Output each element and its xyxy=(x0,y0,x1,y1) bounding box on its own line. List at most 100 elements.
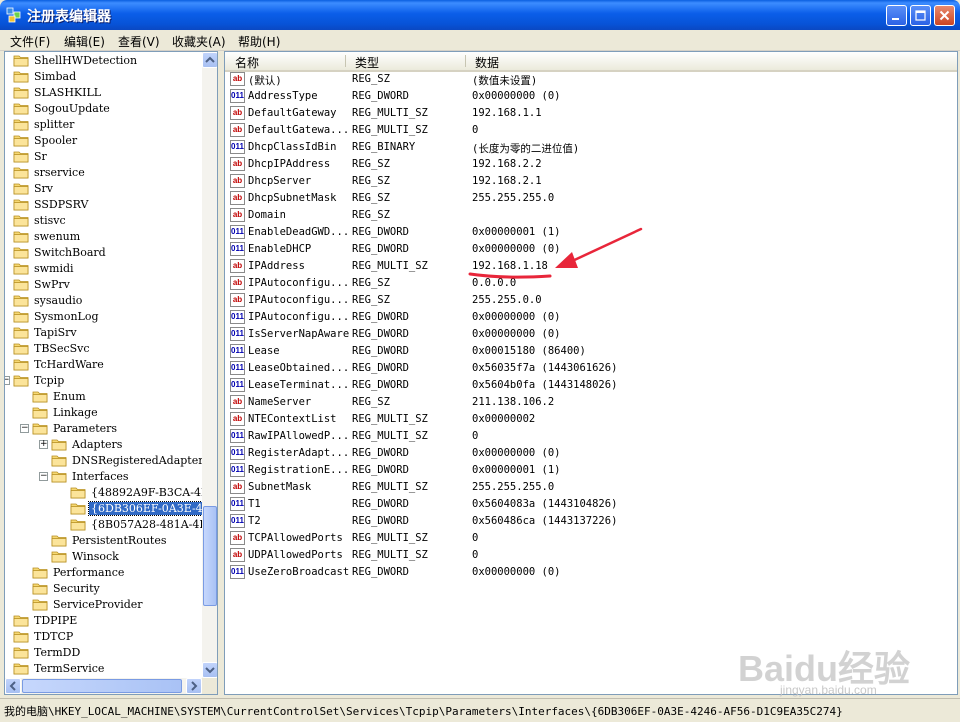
tree-item[interactable]: SogouUpdate xyxy=(5,101,201,117)
tree-horizontal-scrollbar[interactable] xyxy=(5,678,202,694)
tree-item[interactable]: TBSecSvc xyxy=(5,341,201,357)
list-item[interactable]: ab TCPAllowedPorts REG_MULTI_SZ 0 xyxy=(225,530,957,547)
list-item[interactable]: 011 EnableDHCP REG_DWORD 0x00000000 (0) xyxy=(225,241,957,258)
tree-hscroll-thumb[interactable] xyxy=(22,679,182,693)
tree-item[interactable]: TcHardWare xyxy=(5,357,201,373)
string-value-icon: ab xyxy=(230,412,245,426)
list-item[interactable]: ab IPAddress REG_MULTI_SZ 192.168.1.18 xyxy=(225,258,957,275)
tree-item[interactable]: SysmonLog xyxy=(5,309,201,325)
column-header-type[interactable]: 类型 xyxy=(355,54,379,71)
list-item[interactable]: ab IPAutoconfigu... REG_SZ 255.255.0.0 xyxy=(225,292,957,309)
tree-item[interactable]: TermService xyxy=(5,661,201,677)
list-item[interactable]: ab (默认) REG_SZ (数值未设置) xyxy=(225,71,957,88)
tree-item[interactable]: {8B057A28-481A-4FF6 xyxy=(5,517,217,533)
close-button[interactable] xyxy=(934,5,955,26)
expand-icon[interactable]: + xyxy=(39,440,48,449)
list-item[interactable]: 011 RawIPAllowedP... REG_MULTI_SZ 0 xyxy=(225,428,957,445)
tree-item[interactable]: SSDPSRV xyxy=(5,197,201,213)
collapse-icon[interactable]: − xyxy=(5,376,10,385)
maximize-button[interactable] xyxy=(910,5,931,26)
tree-item[interactable]: SwPrv xyxy=(5,277,201,293)
menu-favorites[interactable]: 收藏夹(A) xyxy=(172,33,226,50)
scroll-up-button[interactable] xyxy=(202,52,217,68)
list-item[interactable]: ab NameServer REG_SZ 211.138.106.2 xyxy=(225,394,957,411)
tree-item[interactable]: swenum xyxy=(5,229,201,245)
list-item[interactable]: ab IPAutoconfigu... REG_SZ 0.0.0.0 xyxy=(225,275,957,292)
list-item[interactable]: ab DhcpIPAddress REG_SZ 192.168.2.2 xyxy=(225,156,957,173)
menu-view[interactable]: 查看(V) xyxy=(118,33,160,50)
list-item[interactable]: ab Domain REG_SZ xyxy=(225,207,957,224)
tree-item[interactable]: Enum xyxy=(5,389,201,405)
list-item[interactable]: ab DhcpServer REG_SZ 192.168.2.1 xyxy=(225,173,957,190)
tree-item[interactable]: SLASHKILL xyxy=(5,85,201,101)
collapse-icon[interactable]: − xyxy=(39,472,48,481)
list-item[interactable]: ab DefaultGatewa... REG_MULTI_SZ 0 xyxy=(225,122,957,139)
tree-item[interactable]: srservice xyxy=(5,165,201,181)
collapse-icon[interactable]: − xyxy=(20,424,29,433)
tree-item[interactable]: Srv xyxy=(5,181,201,197)
tree-item[interactable]: Security xyxy=(5,581,201,597)
list-item[interactable]: 011 LeaseTerminat... REG_DWORD 0x5604b0fa (… xyxy=(225,377,957,394)
scroll-left-button[interactable] xyxy=(5,678,21,694)
tree-item[interactable]: Sr xyxy=(5,149,201,165)
tree-item[interactable]: swmidi xyxy=(5,261,201,277)
tree-item[interactable]: − Tcpip xyxy=(5,373,201,389)
list-item[interactable]: 011 IsServerNapAware REG_DWORD 0x00000000 (… xyxy=(225,326,957,343)
values-list-pane[interactable]: 名称 类型 数据 ab (默认) REG_SZ (数值未设置) 011 AddressTy… xyxy=(224,51,958,695)
list-item[interactable]: 011 UseZeroBroadcast REG_DWORD 0x00000000 (… xyxy=(225,564,957,581)
tree-item[interactable]: TDPIPE xyxy=(5,613,201,629)
tree-item[interactable]: Performance xyxy=(5,565,201,581)
list-item[interactable]: 011 T1 REG_DWORD 0x5604083a (1443104826) xyxy=(225,496,957,513)
column-header-name[interactable]: 名称 xyxy=(235,54,259,71)
tree-scroll-thumb[interactable] xyxy=(203,506,217,606)
tree-item[interactable]: DNSRegisteredAdapters xyxy=(5,453,209,469)
tree-item[interactable]: Winsock xyxy=(5,549,201,565)
value-name: DhcpIPAddress xyxy=(248,158,331,170)
tree-item[interactable]: ShellHWDetection xyxy=(5,53,201,69)
list-item[interactable]: ab UDPAllowedPorts REG_MULTI_SZ 0 xyxy=(225,547,957,564)
tree-item[interactable]: PersistentRoutes xyxy=(5,533,201,549)
list-item[interactable]: 011 T2 REG_DWORD 0x560486ca (1443137226) xyxy=(225,513,957,530)
list-item[interactable]: 011 EnableDeadGWD... REG_DWORD 0x00000001 (… xyxy=(225,224,957,241)
list-item[interactable]: 011 RegistrationE... REG_DWORD 0x00000001 (… xyxy=(225,462,957,479)
list-item[interactable]: 011 IPAutoconfigu... REG_DWORD 0x00000000 (… xyxy=(225,309,957,326)
menu-edit[interactable]: 编辑(E) xyxy=(64,33,105,50)
tree-item[interactable]: TermDD xyxy=(5,645,201,661)
list-item[interactable]: ab SubnetMask REG_MULTI_SZ 255.255.255.0 xyxy=(225,479,957,496)
tree-item[interactable]: sysaudio xyxy=(5,293,201,309)
key-tree-pane[interactable]: ShellHWDetection Simbad SLASHKILL SogouUpda… xyxy=(4,51,218,695)
tree-item[interactable]: TapiSrv xyxy=(5,325,201,341)
column-header-data[interactable]: 数据 xyxy=(475,54,499,71)
menu-help[interactable]: 帮助(H) xyxy=(238,33,280,50)
tree-item[interactable]: SwitchBoard xyxy=(5,245,201,261)
tree-item[interactable]: {48892A9F-B3CA-4F37 xyxy=(5,485,217,501)
menu-file[interactable]: 文件(F) xyxy=(10,33,50,50)
column-separator[interactable] xyxy=(345,55,346,67)
tree-item[interactable]: splitter xyxy=(5,117,201,133)
list-item[interactable]: 011 LeaseObtained... REG_DWORD 0x56035f7a (… xyxy=(225,360,957,377)
minimize-button[interactable] xyxy=(886,5,907,26)
value-type: REG_SZ xyxy=(352,175,390,187)
column-separator[interactable] xyxy=(465,55,466,67)
tree-item[interactable]: ServiceProvider xyxy=(5,597,201,613)
scroll-right-button[interactable] xyxy=(186,678,202,694)
title-bar[interactable]: 注册表编辑器 xyxy=(0,0,960,30)
list-item[interactable]: 011 DhcpClassIdBin REG_BINARY (长度为零的二进位值) xyxy=(225,139,957,156)
list-item[interactable]: ab NTEContextList REG_MULTI_SZ 0x00000002 xyxy=(225,411,957,428)
tree-item[interactable]: {6DB306EF-0A3E-4246 xyxy=(5,501,217,517)
tree-vertical-scrollbar[interactable] xyxy=(202,52,217,678)
tree-item[interactable]: stisvc xyxy=(5,213,201,229)
tree-item[interactable]: TDTCP xyxy=(5,629,201,645)
tree-item[interactable]: Spooler xyxy=(5,133,201,149)
tree-item[interactable]: − Parameters xyxy=(5,421,201,437)
tree-item[interactable]: + Adapters xyxy=(5,437,201,453)
scroll-down-button[interactable] xyxy=(202,662,217,678)
list-item[interactable]: ab DhcpSubnetMask REG_SZ 255.255.255.0 xyxy=(225,190,957,207)
list-item[interactable]: 011 AddressType REG_DWORD 0x00000000 (0) xyxy=(225,88,957,105)
tree-item[interactable]: Simbad xyxy=(5,69,201,85)
list-item[interactable]: 011 RegisterAdapt... REG_DWORD 0x00000000 (… xyxy=(225,445,957,462)
list-item[interactable]: ab DefaultGateway REG_MULTI_SZ 192.168.1.1 xyxy=(225,105,957,122)
tree-item[interactable]: Linkage xyxy=(5,405,201,421)
list-item[interactable]: 011 Lease REG_DWORD 0x00015180 (86400) xyxy=(225,343,957,360)
tree-item[interactable]: − Interfaces xyxy=(5,469,201,485)
